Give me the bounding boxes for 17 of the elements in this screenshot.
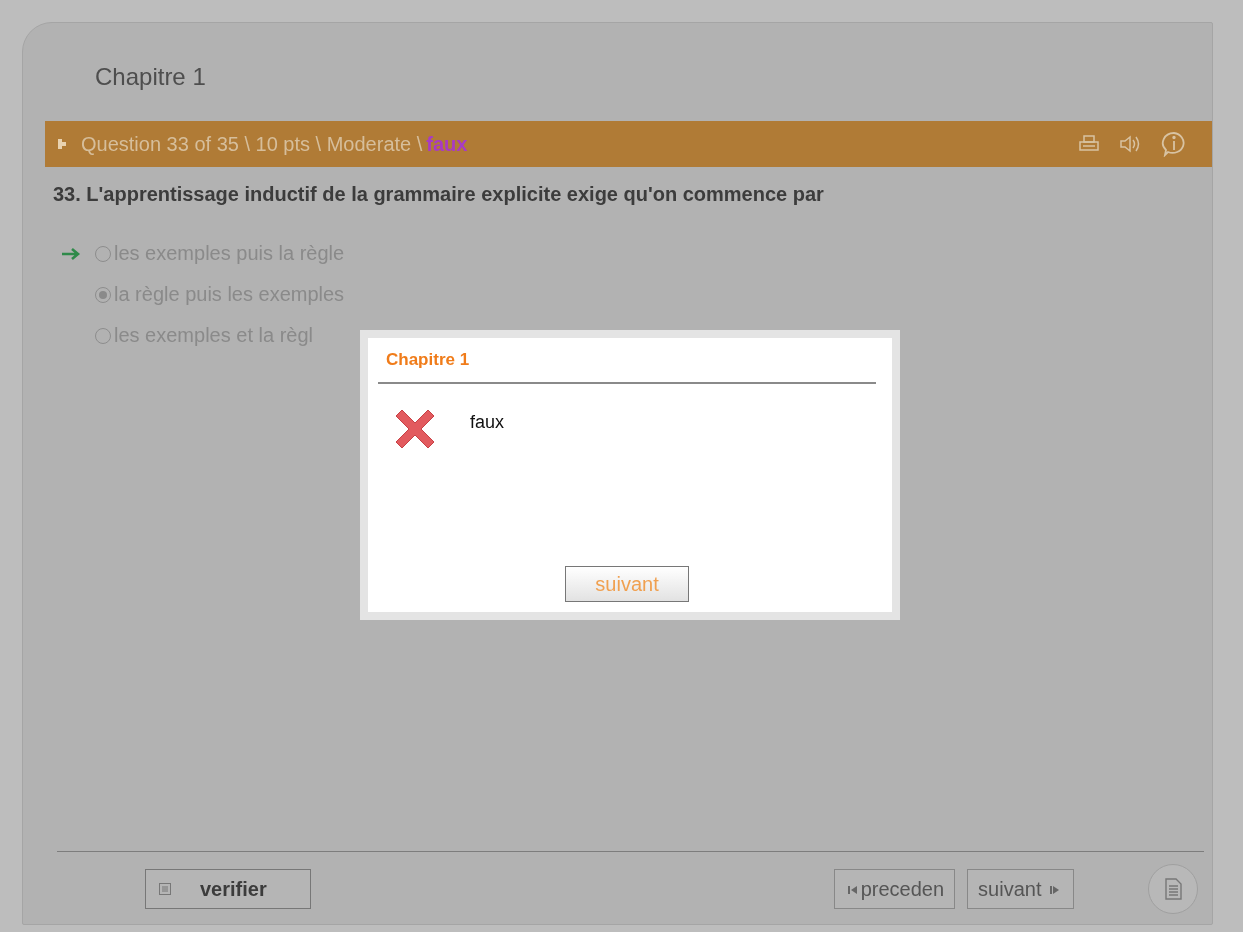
verify-button[interactable]: verifier — [145, 869, 311, 909]
previous-button[interactable]: preceden — [833, 869, 956, 909]
question-text: 33. L'apprentissage inductif de la grammaire explicite exige qu'on commence par — [53, 183, 825, 206]
next-button[interactable]: suivant — [967, 869, 1074, 909]
dialog-title: Chapitre 1 — [378, 346, 876, 384]
print-icon[interactable] — [1078, 134, 1100, 154]
next-button[interactable]: suivant — [565, 566, 689, 602]
bullet-icon — [57, 138, 67, 150]
question-info: Question 33 of 35 \ 10 pts \ Moderate \ — [81, 132, 423, 156]
speaker-icon[interactable] — [1118, 134, 1142, 154]
document-icon[interactable] — [1148, 864, 1198, 914]
result-label: faux — [426, 132, 468, 156]
list-icon — [158, 882, 172, 896]
previous-icon — [847, 884, 858, 895]
next-icon — [1050, 884, 1060, 895]
dialog-message: faux — [470, 412, 505, 433]
chapter-title: Chapitre 1 — [94, 63, 207, 92]
